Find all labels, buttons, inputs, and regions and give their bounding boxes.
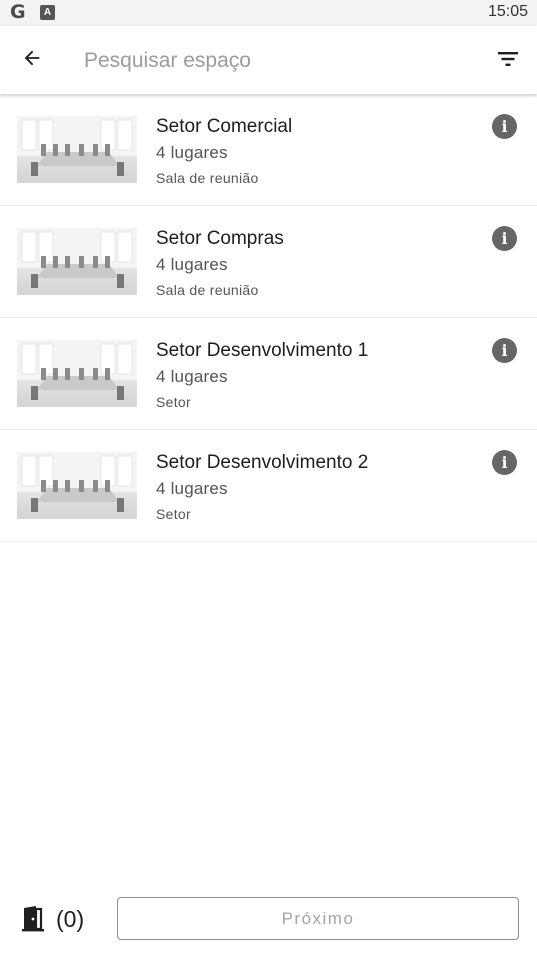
space-thumbnail [17,116,137,183]
space-capacity: 4 lugares [156,255,228,274]
space-name: Setor Desenvolvimento 1 [156,340,369,361]
space-type: Setor [156,394,191,410]
list-item[interactable]: Setor Comercial 4 lugares Sala de reuniã… [0,94,537,206]
info-button[interactable]: i [492,114,517,139]
list-item[interactable]: Setor Compras 4 lugares Sala de reunião … [0,206,537,318]
space-name: Setor Comercial [156,116,293,137]
info-button[interactable]: i [492,338,517,363]
info-icon: i [501,116,508,136]
list-item[interactable]: Setor Desenvolvimento 1 4 lugares Setor … [0,318,537,430]
search-toolbar [0,26,537,94]
google-icon: G [10,1,26,23]
back-button[interactable] [14,40,50,76]
list-item[interactable]: Setor Desenvolvimento 2 4 lugares Setor … [0,430,537,542]
space-thumbnail [17,228,137,295]
search-input[interactable] [84,44,464,78]
filter-button[interactable] [491,42,525,76]
door-icon [22,906,44,932]
space-thumbnail [17,340,137,407]
space-name: Setor Compras [156,228,284,249]
space-name: Setor Desenvolvimento 2 [156,452,369,473]
arrow-left-icon [24,50,40,66]
info-icon: i [501,340,508,360]
next-button[interactable]: Próximo [117,897,519,940]
space-type: Setor [156,506,191,522]
info-icon: i [501,452,508,472]
status-bar: G A 15:05 [0,0,537,26]
filter-icon [498,52,518,66]
space-capacity: 4 lugares [156,479,228,498]
info-icon: i [501,228,508,248]
info-button[interactable]: i [492,226,517,251]
space-type: Sala de reunião [156,170,259,186]
space-thumbnail [17,452,137,519]
space-capacity: 4 lugares [156,143,228,162]
selected-count: (0) [56,906,85,932]
footer-bar: (0) Próximo [0,880,537,956]
space-capacity: 4 lugares [156,367,228,386]
space-list: Setor Comercial 4 lugares Sala de reuniã… [0,94,537,542]
info-button[interactable]: i [492,450,517,475]
status-time: 15:05 [487,3,528,20]
space-type: Sala de reunião [156,282,259,298]
app-notification-icon: A [40,5,55,20]
